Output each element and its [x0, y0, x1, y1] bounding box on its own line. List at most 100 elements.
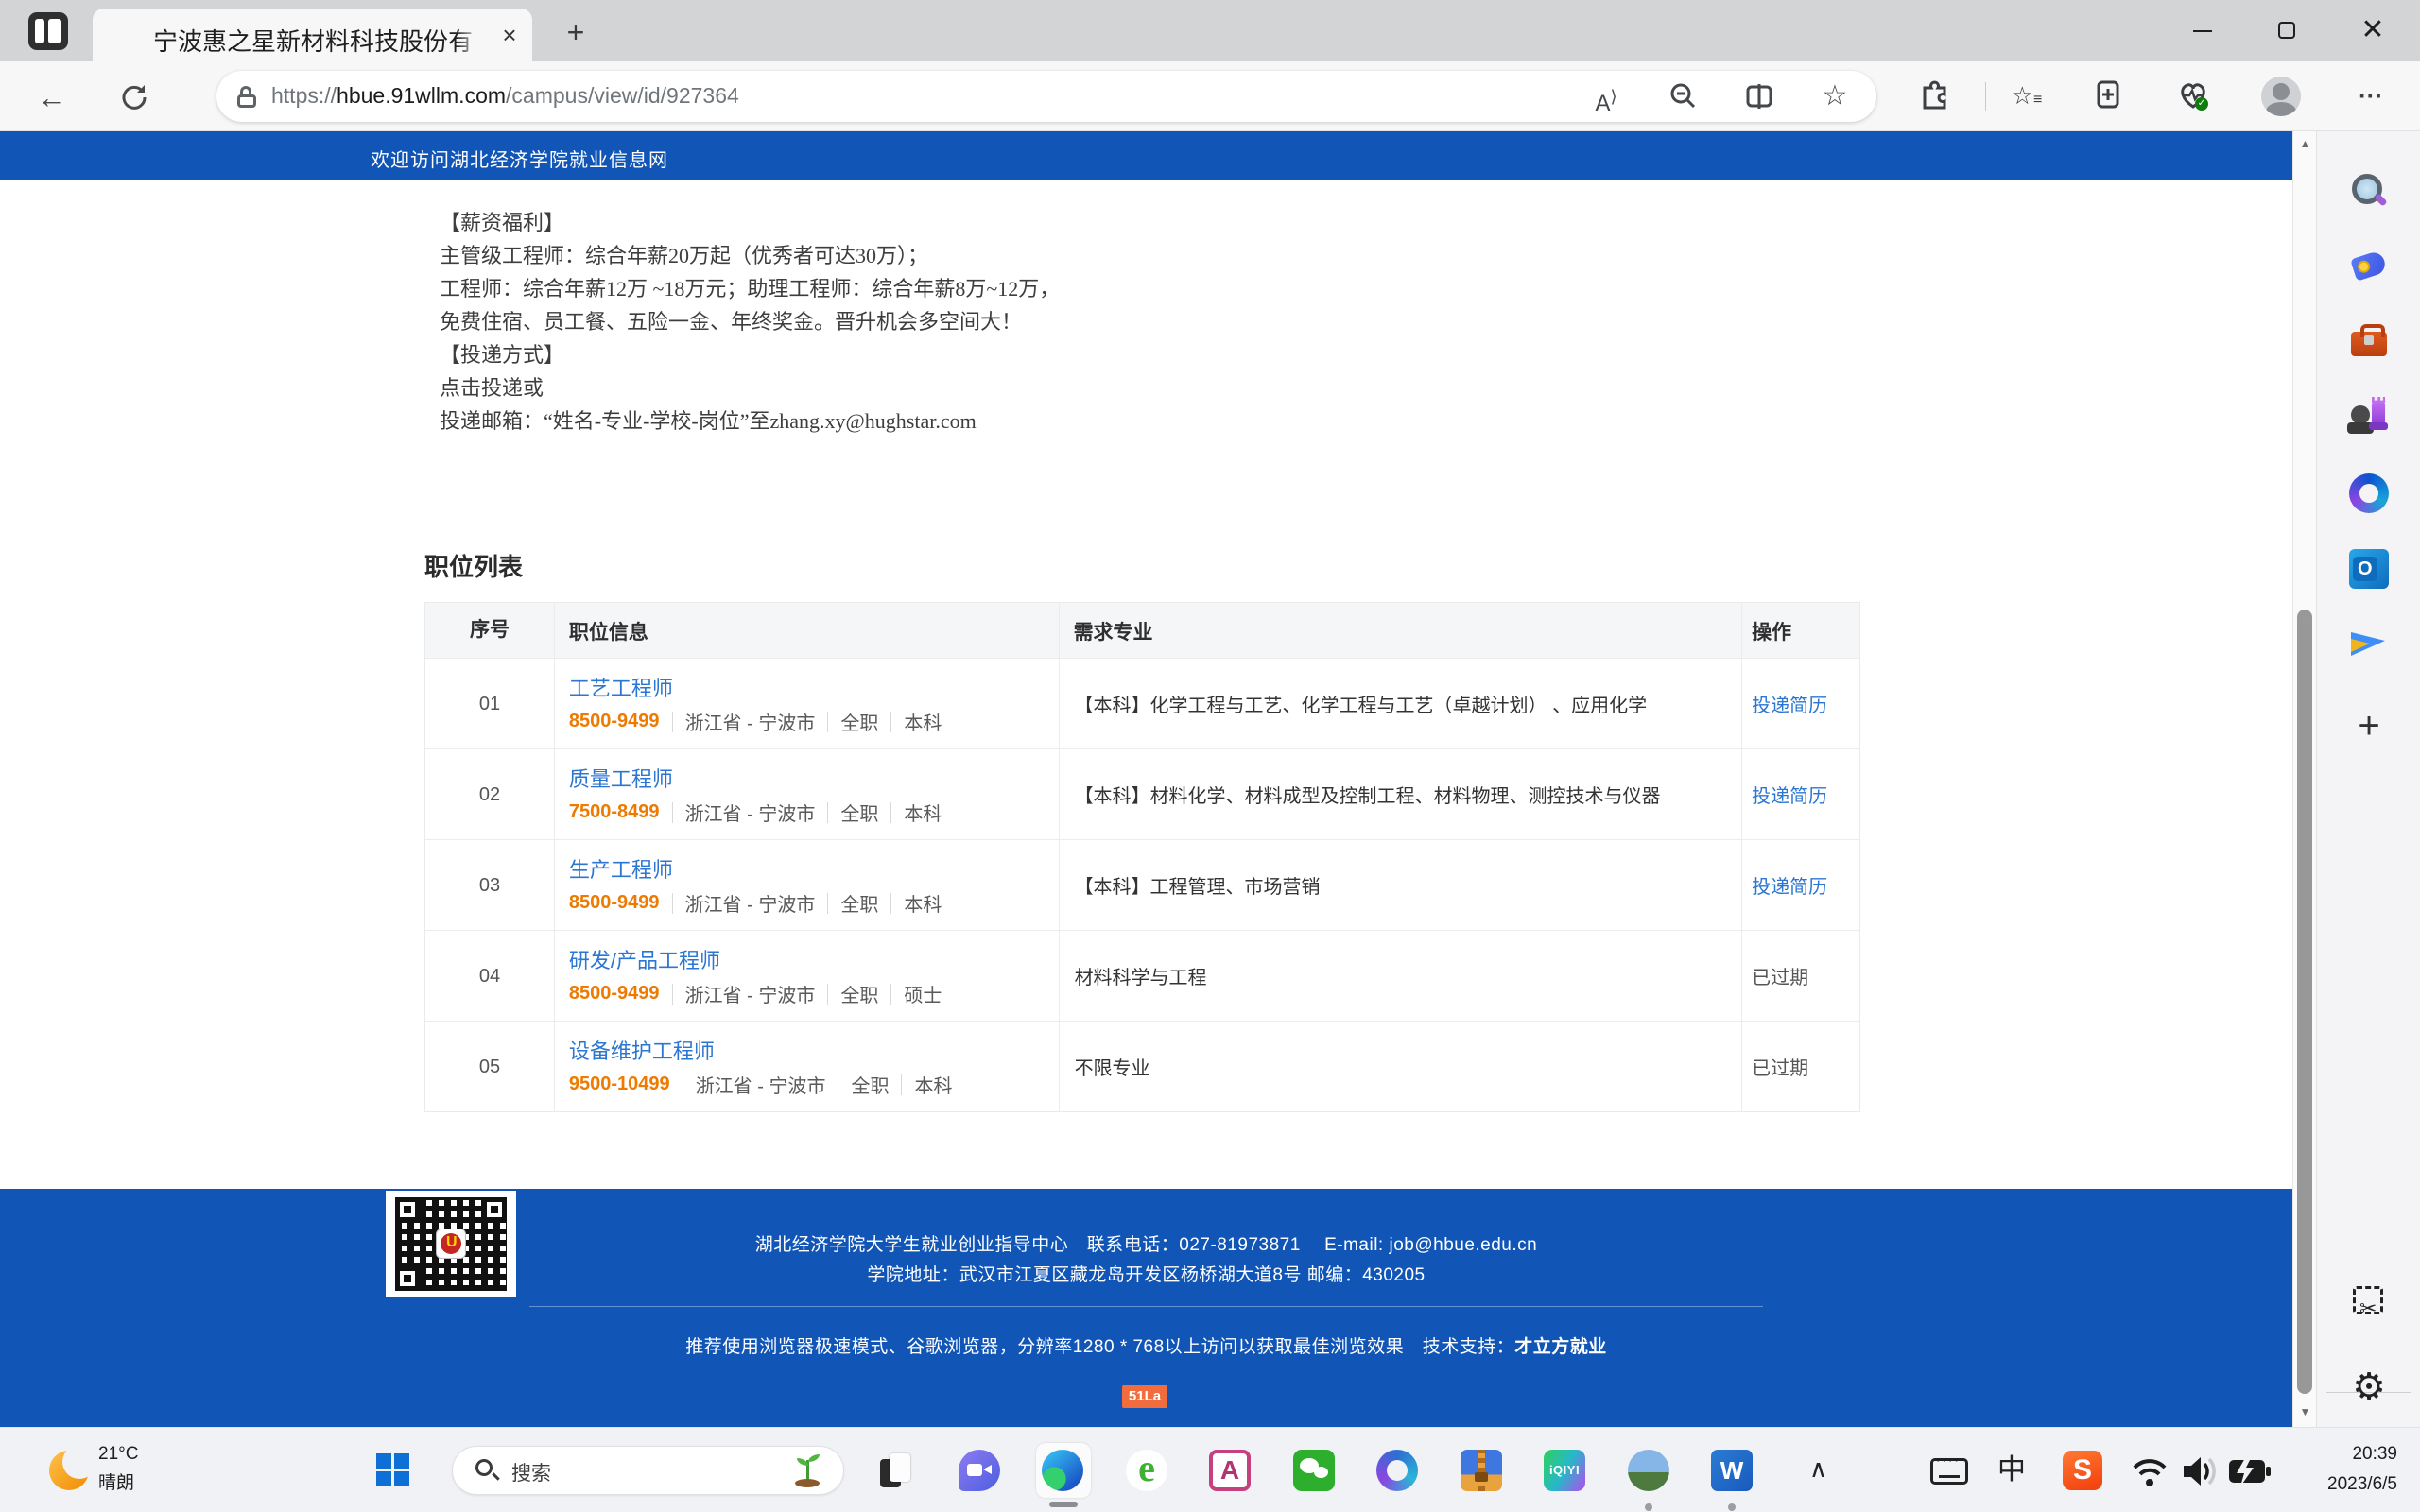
zip-tool-icon[interactable]	[1461, 1450, 1502, 1491]
weather-moon-icon[interactable]	[49, 1445, 96, 1490]
volume-icon[interactable]	[2178, 1452, 2220, 1490]
extensions-puzzle-icon	[1923, 80, 1946, 110]
iqiyi-icon[interactable]: iQIYI	[1544, 1450, 1585, 1491]
search-placeholder: 搜索	[511, 1463, 551, 1485]
refresh-button[interactable]	[113, 77, 155, 118]
add-favorite-star-icon[interactable]: ☆	[1816, 80, 1854, 112]
job-salary: 8500-9499	[568, 711, 660, 731]
table-row: 04 研发/产品工程师 8500-9499 浙江省 - 宁波市 全职 硕士 材料…	[425, 930, 1859, 1021]
sidebar-search-icon[interactable]	[2349, 171, 2389, 211]
row-no: 05	[478, 1057, 501, 1077]
ime-indicator[interactable]: 中	[1993, 1452, 2031, 1489]
apply-link[interactable]: 投递简历	[1752, 690, 1827, 717]
new-tab-button[interactable]: +	[560, 17, 592, 49]
url-text[interactable]: https://hbue.91wllm.com/campus/view/id/9…	[271, 83, 739, 109]
wifi-icon[interactable]	[2129, 1452, 2170, 1490]
photos-app-icon[interactable]	[1628, 1450, 1669, 1491]
welcome-text: 欢迎访问湖北经济学院就业信息网	[371, 150, 668, 171]
settings-more-button[interactable]: ···	[2350, 75, 2392, 116]
row-no: 03	[478, 875, 501, 896]
address-bar[interactable]: https://hbue.91wllm.com/campus/view/id/9…	[216, 71, 1876, 122]
table-row: 02 质量工程师 7500-8499 浙江省 - 宁波市 全职 本科 【本科】材…	[425, 748, 1859, 839]
sogou-input-icon[interactable]: S	[2063, 1451, 2102, 1490]
page-scrollbar[interactable]: ▲ ▼	[2292, 131, 2316, 1427]
window-maximize-button[interactable]	[2252, 0, 2324, 60]
taskbar-overflow-chevron-icon[interactable]: ∧	[1809, 1454, 1827, 1484]
split-screen-button[interactable]	[1740, 80, 1778, 112]
tab-workspaces-icon[interactable]	[28, 12, 68, 50]
touch-keyboard-icon[interactable]	[1930, 1452, 1968, 1485]
read-aloud-button[interactable]: A⟩	[1587, 80, 1625, 116]
sidebar-web-capture-icon[interactable]	[2349, 1282, 2389, 1322]
zoom-out-button[interactable]	[1665, 80, 1703, 112]
intro-line: 【投递方式】	[440, 343, 565, 367]
job-location: 浙江省 - 宁波市	[684, 895, 816, 916]
scrollbar-thumb[interactable]	[2297, 610, 2312, 1394]
sidebar-microsoft365-icon[interactable]	[2349, 473, 2389, 513]
job-title-link[interactable]: 研发/产品工程师	[569, 944, 720, 974]
footer-recommend-text: 推荐使用浏览器极速模式、谷歌浏览器，分辨率1280 * 768以上访问以获取最佳…	[685, 1337, 1515, 1357]
lock-icon[interactable]	[237, 86, 256, 109]
sidebar-shopping-icon[interactable]	[2349, 247, 2389, 286]
edge-running-indicator	[1049, 1502, 1078, 1507]
sidebar-games-icon[interactable]	[2347, 398, 2389, 438]
job-degree: 本科	[914, 1076, 953, 1097]
header-no: 序号	[469, 619, 510, 641]
task-view-icon[interactable]	[874, 1450, 916, 1491]
taskbar-search-box[interactable]: 搜索	[452, 1446, 844, 1495]
profile-avatar[interactable]	[2261, 77, 2301, 116]
51la-badge[interactable]: 51La	[1122, 1385, 1167, 1408]
site-footer: 湖北经济学院大学生就业创业指导中心 联系电话：027-81973871 E-ma…	[0, 1189, 2292, 1427]
browser-tab[interactable]: 宁波惠之星新材料科技股份有限公 ×	[93, 9, 532, 61]
extensions-button[interactable]	[1913, 75, 1955, 116]
job-title-link[interactable]: 设备维护工程师	[569, 1035, 715, 1065]
footer-divider	[529, 1306, 1763, 1307]
favorites-button[interactable]: ☆≡	[2006, 75, 2048, 116]
sidebar-add-icon[interactable]: +	[2349, 706, 2389, 746]
battery-charging-icon[interactable]	[2227, 1454, 2273, 1488]
back-button[interactable]: ←	[31, 77, 73, 118]
weather-widget[interactable]: 21°C 晴朗	[98, 1439, 138, 1498]
job-majors: 【本科】材料化学、材料成型及控制工程、材料物理、测控技术与仪器	[1058, 749, 1742, 839]
window-close-button[interactable]: ✕	[2337, 0, 2409, 60]
edge-browser-icon[interactable]	[1042, 1450, 1083, 1491]
tech-support-link[interactable]: 才立方就业	[1514, 1337, 1607, 1357]
browser-essentials-button[interactable]: ✓	[2172, 75, 2214, 116]
expired-label: 已过期	[1752, 968, 1809, 988]
loop-app-icon[interactable]	[1376, 1450, 1418, 1491]
window-minimize-button[interactable]	[2167, 0, 2238, 60]
sidebar-send-icon[interactable]	[2349, 625, 2389, 664]
collections-button[interactable]	[2087, 75, 2129, 116]
job-title-link[interactable]: 工艺工程师	[569, 672, 673, 702]
word-app-icon[interactable]: W	[1711, 1450, 1753, 1491]
job-title-link[interactable]: 质量工程师	[569, 763, 673, 793]
refresh-icon	[122, 85, 147, 110]
tab-title: 宁波惠之星新材料科技股份有限公	[153, 27, 475, 56]
start-button[interactable]	[376, 1453, 410, 1487]
tab-close-icon[interactable]: ×	[494, 21, 525, 51]
job-intro-block: 【薪资福利】 主管级工程师：综合年薪20万起（优秀者可达30万）； 工程师：综合…	[440, 206, 1060, 438]
taskbar: 21°C 晴朗 搜索 e A iQIYI W ∧ 中 S	[0, 1427, 2420, 1512]
sidebar-settings-gear-icon[interactable]: ⚙	[2349, 1367, 2389, 1407]
apply-link[interactable]: 投递简历	[1752, 871, 1827, 899]
sidebar-outlook-icon[interactable]	[2349, 549, 2389, 589]
access-app-icon[interactable]: A	[1209, 1450, 1251, 1491]
taskbar-clock[interactable]: 20:39 2023/6/5	[2269, 1439, 2397, 1500]
intro-line[interactable]: 点击投递或	[440, 371, 1060, 404]
job-salary: 7500-8499	[568, 801, 660, 822]
apply-link[interactable]: 投递简历	[1752, 781, 1827, 808]
browser-360-icon[interactable]: e	[1126, 1450, 1167, 1491]
expired-label: 已过期	[1752, 1058, 1809, 1079]
scroll-down-icon[interactable]: ▼	[2293, 1405, 2317, 1418]
job-salary: 8500-9499	[568, 983, 660, 1004]
wechat-icon[interactable]	[1293, 1450, 1335, 1491]
toolbar-divider	[1985, 82, 1986, 111]
job-title-link[interactable]: 生产工程师	[569, 853, 673, 884]
job-degree: 硕士	[904, 986, 942, 1006]
site-welcome-bar: 欢迎访问湖北经济学院就业信息网	[0, 131, 2292, 180]
scroll-up-icon[interactable]: ▲	[2293, 137, 2317, 150]
sidebar-tools-icon[interactable]	[2349, 322, 2389, 362]
jobs-table-header: 序号 职位信息 需求专业 操作	[425, 603, 1859, 658]
video-chat-app-icon[interactable]	[959, 1450, 1000, 1491]
weather-desc: 晴朗	[98, 1473, 135, 1493]
